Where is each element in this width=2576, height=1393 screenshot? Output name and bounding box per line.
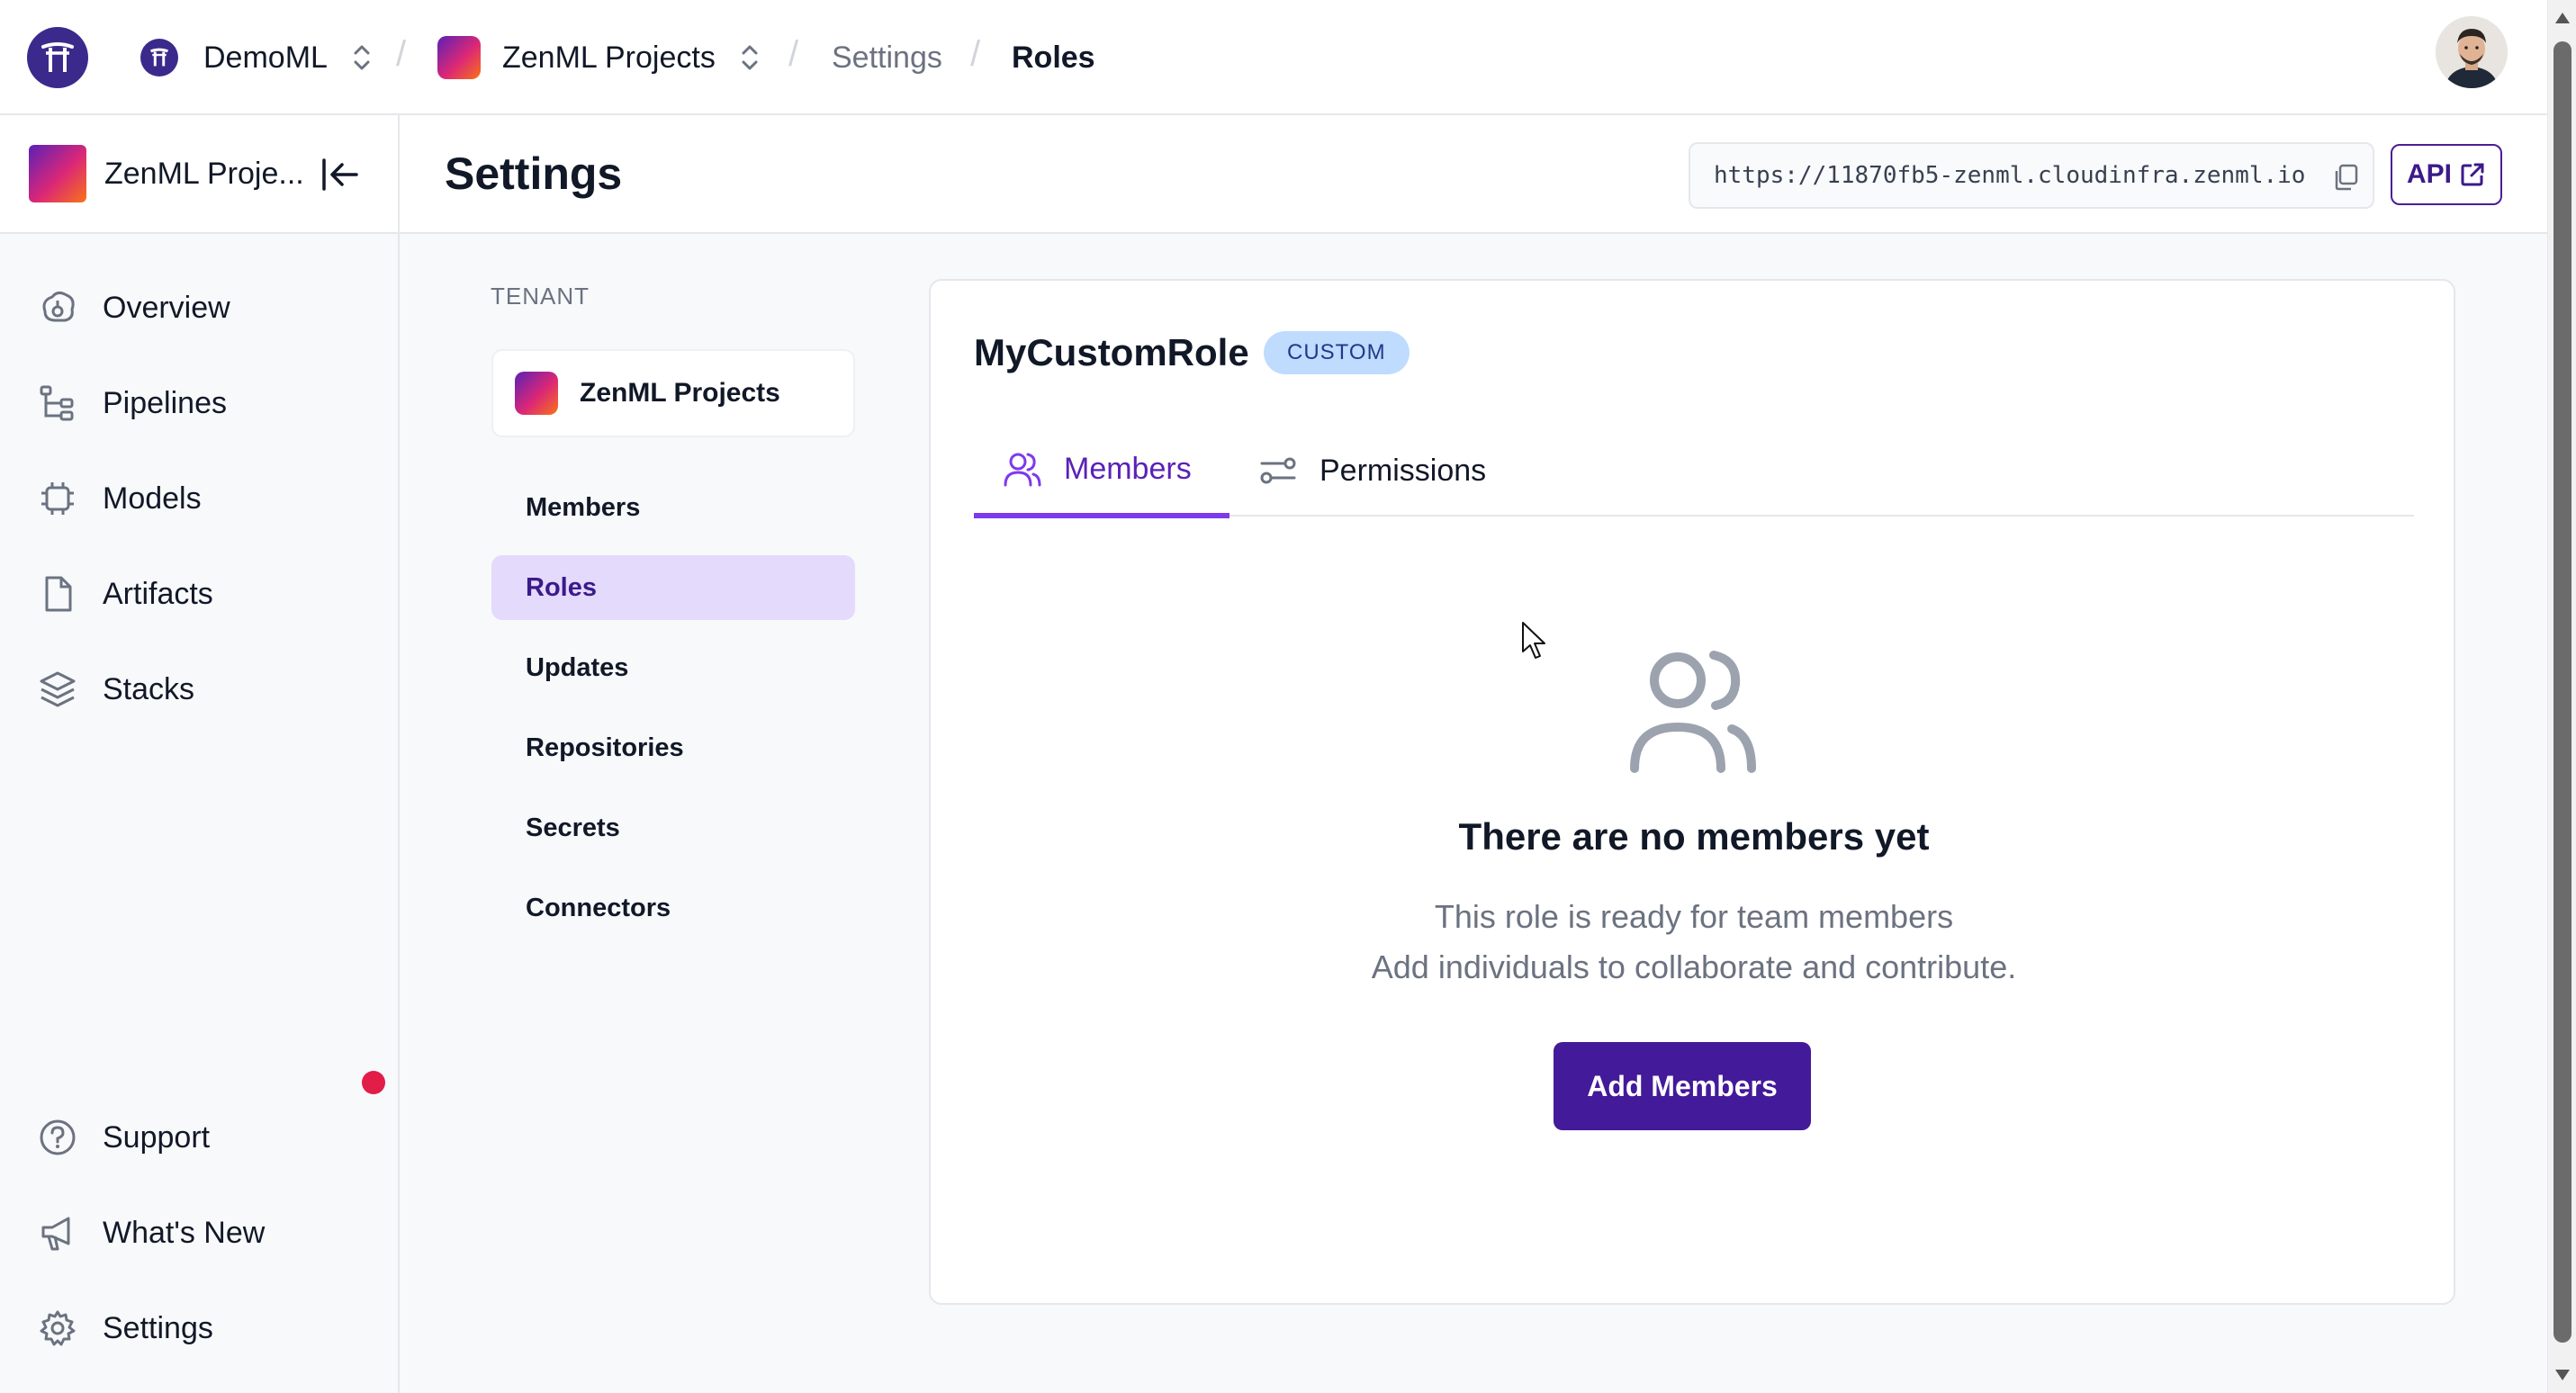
collapse-sidebar-icon[interactable] [320, 157, 360, 193]
sidebar-item-overview[interactable]: Overview [36, 281, 378, 335]
notification-dot [362, 1071, 385, 1094]
settings-nav-secrets[interactable]: Secrets [491, 795, 855, 860]
page-header: Settings https://11870fb5-zenml.cloudinf… [400, 115, 2547, 234]
sidebar-item-artifacts[interactable]: Artifacts [36, 567, 378, 621]
chevron-up-down-icon [742, 45, 758, 70]
tenant-card[interactable]: ZenML Projects [491, 349, 855, 437]
tab-label: Permissions [1320, 453, 1487, 488]
api-button[interactable]: API [2391, 144, 2502, 205]
sidebar-item-label: Pipelines [103, 385, 227, 420]
role-name: MyCustomRole [974, 331, 1249, 373]
org-avatar [140, 39, 178, 76]
sliders-icon [1260, 457, 1296, 484]
scroll-up-arrow-icon[interactable] [2555, 13, 2570, 23]
org-name: DemoML [203, 40, 328, 75]
breadcrumb-separator: / [396, 34, 407, 74]
role-detail-card: MyCustomRole CUSTOM Members Permissions … [929, 279, 2455, 1305]
tab-permissions[interactable]: Permissions [1229, 425, 1515, 517]
external-link-icon [2461, 163, 2484, 186]
sidebar-item-label: Support [103, 1119, 211, 1155]
settings-nav-connectors[interactable]: Connectors [491, 876, 855, 940]
org-switcher[interactable]: DemoML [140, 36, 373, 79]
copy-icon[interactable] [2333, 164, 2358, 191]
artifacts-icon [36, 572, 79, 616]
role-tabs: Members Permissions [974, 425, 2414, 518]
users-icon [1004, 453, 1041, 487]
tenant-section-label: TENANT [491, 283, 590, 310]
settings-nav-updates[interactable]: Updates [491, 635, 855, 700]
breadcrumb-separator: / [970, 34, 981, 74]
role-type-badge: CUSTOM [1264, 331, 1410, 374]
server-url: https://11870fb5-zenml.cloudinfra.zenml.… [1714, 162, 2306, 189]
scroll-down-arrow-icon[interactable] [2555, 1370, 2570, 1380]
user-photo [2436, 16, 2508, 88]
torii-icon [41, 42, 74, 72]
sidebar-item-label: Overview [103, 290, 230, 325]
project-switcher[interactable]: ZenML Projects [437, 36, 761, 79]
sidebar-item-label: Artifacts [103, 576, 213, 611]
settings-nav-repositories[interactable]: Repositories [491, 715, 855, 780]
project-avatar [437, 36, 481, 79]
overview-icon [36, 286, 79, 329]
scroll-thumb[interactable] [2553, 41, 2571, 1343]
sidebar-item-stacks[interactable]: Stacks [36, 662, 378, 716]
project-name: ZenML Projects [502, 40, 716, 75]
tab-label: Members [1064, 451, 1192, 486]
mouse-cursor-icon [1522, 622, 1545, 659]
sidebar-item-pipelines[interactable]: Pipelines [36, 376, 378, 430]
users-empty-icon [1630, 651, 1756, 773]
sidebar-item-models[interactable]: Models [36, 472, 378, 526]
sidebar-item-label: Settings [103, 1310, 213, 1345]
empty-state-description: Add individuals to collaborate and contr… [1371, 948, 2017, 985]
page-title: Settings [445, 148, 623, 199]
zenml-logo[interactable] [27, 27, 88, 88]
torii-icon [150, 48, 168, 67]
sidebar-item-whats-new[interactable]: What's New [36, 1206, 378, 1260]
sidebar-header: ZenML Proje... [0, 115, 398, 234]
tab-members[interactable]: Members [974, 425, 1229, 518]
sidebar-item-settings[interactable]: Settings [36, 1301, 378, 1355]
tenant-avatar [515, 372, 558, 415]
support-icon [36, 1116, 79, 1159]
tenant-name: ZenML Projects [580, 378, 780, 408]
sidebar-item-support[interactable]: Support [36, 1110, 378, 1164]
page-scrollbar[interactable] [2547, 0, 2576, 1393]
top-bar: DemoML / ZenML Projects / Settings / Rol… [0, 0, 2547, 115]
api-button-label: API [2406, 159, 2452, 189]
breadcrumb-separator: / [788, 34, 799, 74]
user-avatar[interactable] [2436, 16, 2508, 88]
sidebar-item-label: Stacks [103, 671, 195, 706]
stacks-icon [36, 668, 79, 711]
settings-nav-roles[interactable]: Roles [491, 555, 855, 620]
empty-state-description: This role is ready for team members [1434, 898, 1954, 935]
chevron-up-down-icon [354, 45, 370, 70]
pipelines-icon [36, 382, 79, 425]
breadcrumb-settings[interactable]: Settings [832, 36, 942, 79]
sidebar-item-label: Models [103, 481, 202, 516]
gear-icon [36, 1307, 79, 1350]
server-url-field[interactable]: https://11870fb5-zenml.cloudinfra.zenml.… [1689, 142, 2374, 209]
add-members-button[interactable]: Add Members [1554, 1042, 1811, 1130]
models-icon [36, 477, 79, 520]
settings-nav-members[interactable]: Members [491, 475, 855, 540]
sidebar-project-name[interactable]: ZenML Proje... [104, 157, 304, 192]
project-avatar [29, 145, 86, 202]
empty-state-title: There are no members yet [1458, 815, 1930, 858]
breadcrumb-roles: Roles [1012, 40, 1095, 75]
megaphone-icon [36, 1211, 79, 1254]
sidebar-item-label: What's New [103, 1215, 266, 1250]
sidebar: ZenML Proje... Overview Pipelines Models… [0, 115, 400, 1393]
